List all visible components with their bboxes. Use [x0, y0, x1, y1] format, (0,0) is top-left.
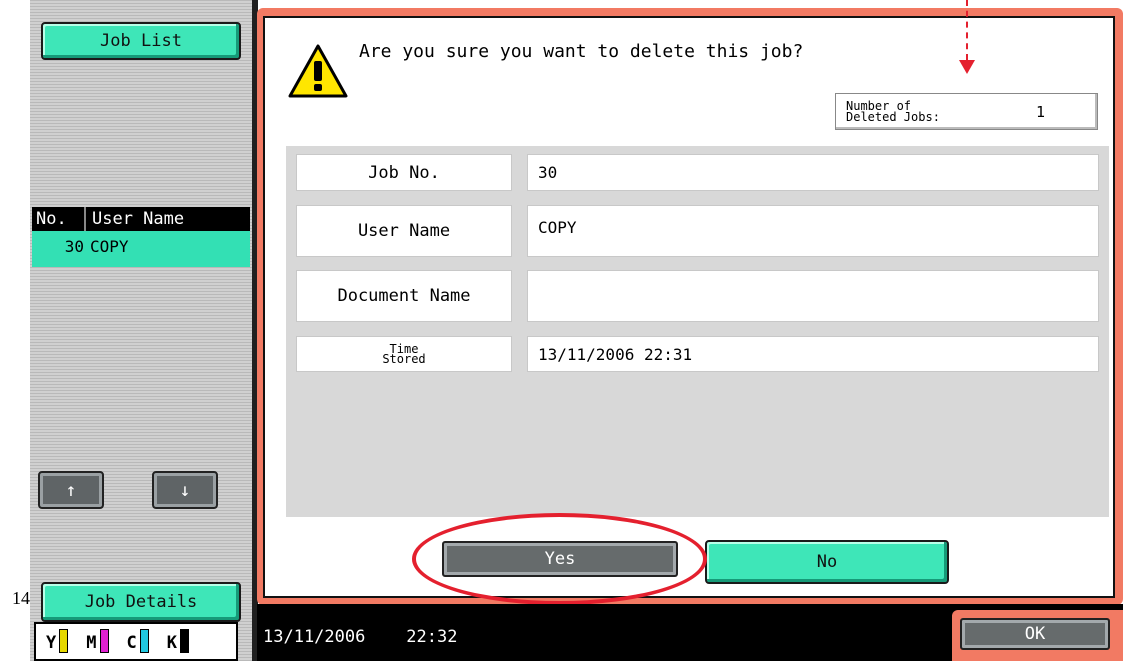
scroll-up-button[interactable]: ↑: [38, 471, 104, 509]
toner-levels: Y M C K: [34, 622, 238, 661]
document-name-label: Document Name: [296, 270, 512, 322]
job-info-panel: [286, 146, 1109, 517]
user-name-label: User Name: [296, 205, 512, 257]
user-name-value: COPY: [527, 205, 1099, 257]
status-datetime: 13/11/2006 22:32: [263, 627, 458, 647]
job-list-button[interactable]: Job List: [41, 22, 241, 60]
toner-magenta: M: [86, 629, 109, 653]
toner-bar-icon: [99, 629, 109, 653]
page-number: 14: [12, 588, 30, 608]
table-row[interactable]: 30 COPY: [32, 231, 250, 267]
job-details-button[interactable]: Job Details: [41, 582, 241, 622]
deleted-jobs-counter: Number of Deleted Jobs: 1: [835, 93, 1098, 130]
arrow-up-icon: ↑: [65, 479, 77, 501]
toner-letter: C: [126, 633, 137, 653]
row-job-no: 30: [64, 237, 84, 256]
job-table-header: No. User Name: [32, 207, 250, 231]
toner-cyan: C: [127, 629, 149, 653]
job-list-panel: Job List No. User Name 30 COPY ↑ ↓ Job D…: [30, 0, 252, 661]
toner-bar-icon: [59, 629, 69, 653]
job-no-value: 30: [527, 154, 1099, 191]
deleted-jobs-count: 1: [1036, 102, 1046, 121]
annotation-arrow-line: [966, 0, 968, 60]
toner-yellow: Y: [46, 629, 69, 653]
document-name-value: [527, 270, 1099, 322]
toner-bar-icon: [180, 629, 189, 653]
toner-letter: K: [166, 633, 177, 653]
job-no-label: Job No.: [296, 154, 512, 191]
scroll-down-button[interactable]: ↓: [152, 471, 218, 509]
column-header-user-name: User Name: [92, 209, 185, 229]
row-user-name: COPY: [90, 237, 129, 256]
time-stored-value: 13/11/2006 22:31: [527, 336, 1099, 372]
toner-bar-icon: [139, 629, 149, 653]
annotation-arrow-icon: [959, 60, 975, 74]
no-button[interactable]: No: [705, 540, 949, 584]
deleted-jobs-label: Number of Deleted Jobs:: [846, 98, 940, 124]
highlight-ellipse: [412, 513, 707, 605]
dialog-question: Are you sure you want to delete this job…: [359, 41, 804, 62]
toner-black: K: [167, 629, 189, 653]
time-stored-label: Time Stored: [296, 336, 512, 372]
warning-icon: [288, 44, 348, 98]
toner-letter: Y: [46, 633, 57, 653]
ok-button[interactable]: OK: [960, 618, 1110, 650]
column-header-no: No.: [32, 207, 86, 231]
toner-letter: M: [86, 633, 97, 653]
arrow-down-icon: ↓: [179, 479, 191, 501]
